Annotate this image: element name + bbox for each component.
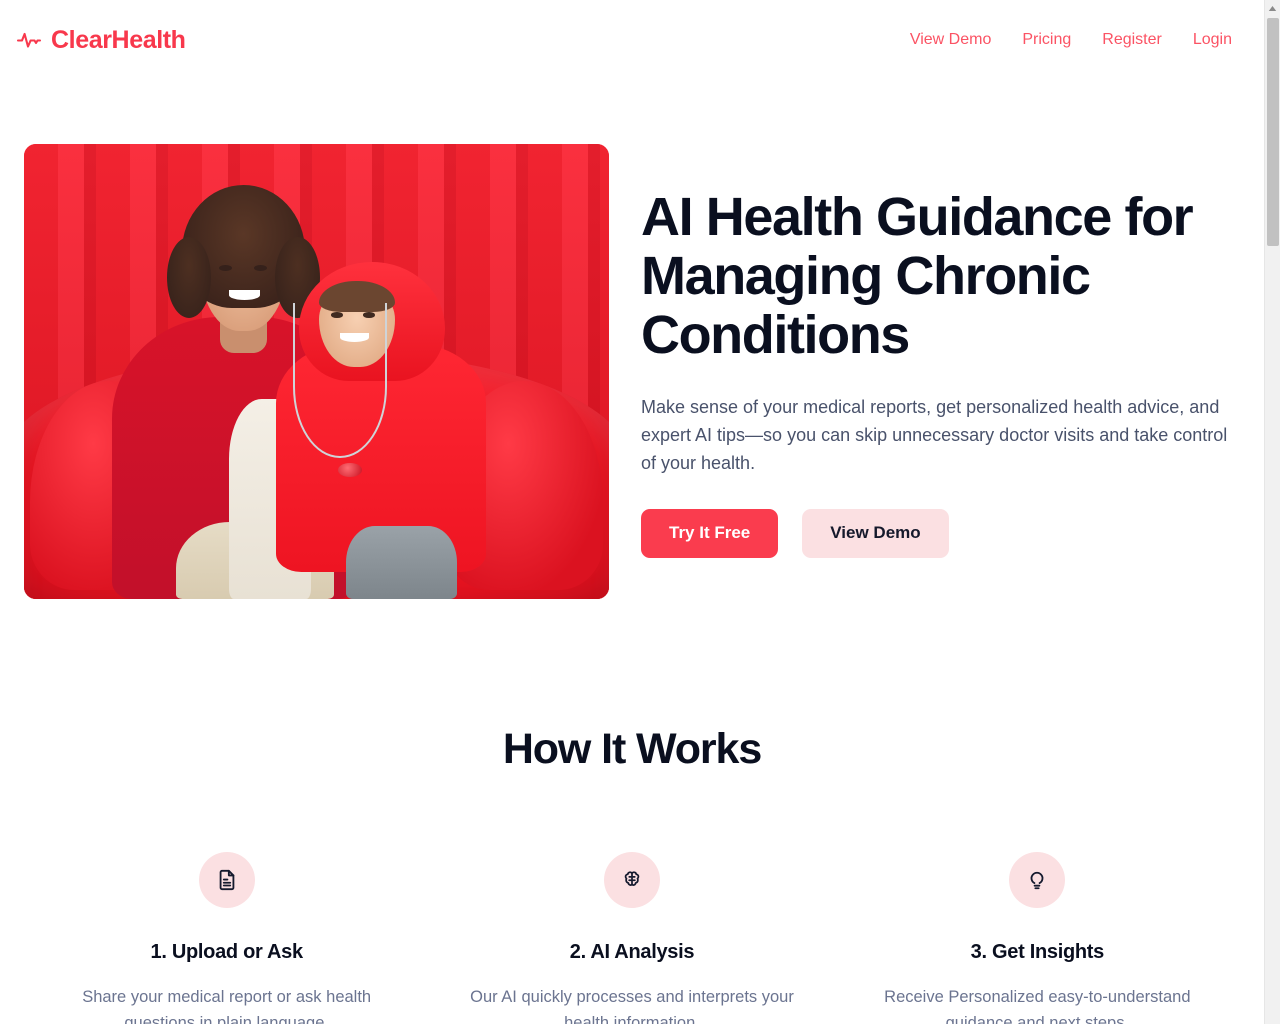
lightbulb-icon — [1026, 869, 1048, 891]
hero-image — [24, 144, 609, 599]
step-description: Share your medical report or ask health … — [82, 988, 372, 1024]
how-it-works-section: How It Works 1. Upload or Ask Share your… — [0, 599, 1264, 1024]
step-icon-badge — [198, 852, 255, 908]
scrollbar-thumb[interactable] — [1267, 18, 1279, 246]
hero-title: AI Health Guidance for Managing Chronic … — [641, 187, 1194, 365]
vertical-scrollbar[interactable] — [1264, 0, 1280, 1024]
step-title: 3. Get Insights — [970, 941, 1105, 963]
site-header: ClearHealth View Demo Pricing Register L… — [0, 0, 1264, 80]
step-card-get-insights: 3. Get Insights Receive Personalized eas… — [835, 852, 1240, 1024]
hero-section: AI Health Guidance for Managing Chronic … — [0, 80, 1264, 599]
main-nav: View Demo Pricing Register Login — [910, 31, 1232, 49]
nav-link-pricing[interactable]: Pricing — [1022, 31, 1071, 49]
activity-pulse-icon — [16, 27, 42, 53]
step-card-ai-analysis: 2. AI Analysis Our AI quickly processes … — [429, 852, 834, 1024]
page-viewport: ClearHealth View Demo Pricing Register L… — [0, 0, 1264, 1024]
hero-subtitle: Make sense of your medical reports, get … — [641, 396, 1228, 473]
step-icon-badge — [603, 852, 660, 908]
section-title: How It Works — [502, 725, 762, 773]
hero-photo-illustration — [24, 144, 609, 599]
step-title: 1. Upload or Ask — [150, 941, 304, 963]
brand-logo[interactable]: ClearHealth — [16, 27, 186, 53]
nav-link-view-demo[interactable]: View Demo — [910, 31, 992, 49]
view-demo-button[interactable]: View Demo — [802, 508, 949, 558]
step-description: Our AI quickly processes and interprets … — [470, 988, 794, 1024]
nav-link-login[interactable]: Login — [1193, 31, 1232, 49]
brand-name: ClearHealth — [51, 25, 186, 54]
nav-link-register[interactable]: Register — [1102, 31, 1162, 49]
hero-copy: AI Health Guidance for Managing Chronic … — [641, 144, 1240, 558]
hero-actions: Try It Free View Demo — [641, 508, 1240, 558]
scroll-up-arrow-icon[interactable] — [1265, 0, 1280, 17]
step-title: 2. AI Analysis — [569, 941, 695, 963]
step-icon-badge — [1009, 852, 1066, 908]
brain-icon — [621, 869, 643, 891]
steps-grid: 1. Upload or Ask Share your medical repo… — [24, 852, 1240, 1024]
step-description: Receive Personalized easy-to-understand … — [884, 988, 1191, 1024]
step-card-upload-or-ask: 1. Upload or Ask Share your medical repo… — [24, 852, 429, 1024]
document-text-icon — [216, 869, 238, 891]
try-it-free-button[interactable]: Try It Free — [641, 508, 779, 558]
